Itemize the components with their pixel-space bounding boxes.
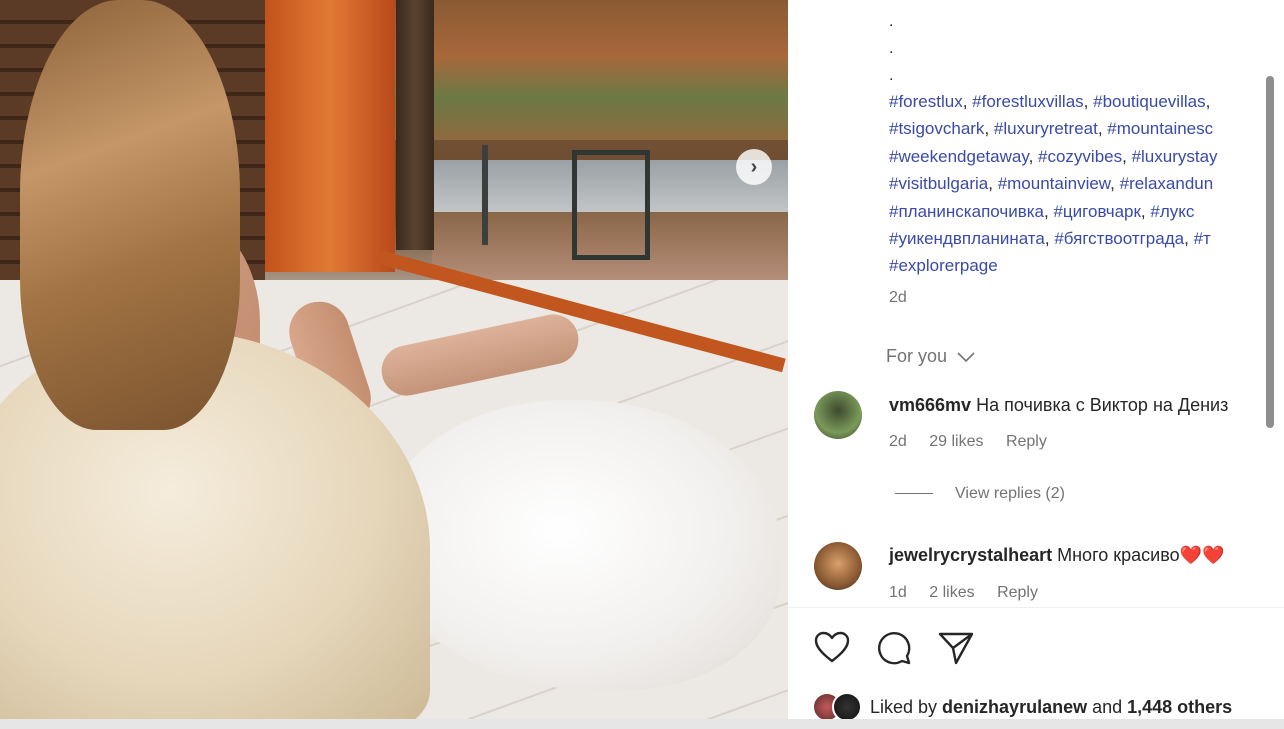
hashtag-link[interactable]: #visitbulgaria bbox=[889, 174, 988, 193]
hashtag-separator: , bbox=[962, 92, 973, 111]
comment-meta: 2d 29 likes Reply bbox=[889, 433, 1065, 451]
hashtag-separator: , bbox=[1110, 174, 1120, 194]
scrollbar[interactable] bbox=[1266, 76, 1274, 428]
photo-gate bbox=[572, 150, 650, 260]
hashtag-link[interactable]: #luxuryretreat bbox=[994, 119, 1098, 138]
speech-bubble-icon[interactable] bbox=[874, 628, 914, 668]
for-you-filter[interactable]: For you bbox=[886, 346, 976, 367]
comment-age: 1d bbox=[889, 584, 907, 601]
hashtag-separator: , bbox=[1184, 229, 1194, 249]
post-actions bbox=[812, 628, 976, 668]
photo-wooden-pillar bbox=[265, 0, 395, 272]
chevron-down-icon bbox=[957, 352, 975, 363]
comment-text: Много красиво bbox=[1057, 545, 1180, 565]
comment-age: 2d bbox=[889, 433, 907, 450]
hashtag-link[interactable]: #weekendgetaway bbox=[889, 147, 1029, 166]
comment-text: На почивка с Виктор на Дениз bbox=[976, 395, 1229, 415]
comment-item: jewelrycrystalheart Много красиво❤️❤️ bbox=[889, 545, 1224, 566]
heart-outline-icon[interactable] bbox=[812, 628, 852, 668]
replies-dash bbox=[895, 493, 933, 495]
hashtag-link[interactable]: #лукс bbox=[1150, 202, 1194, 221]
hashtag-link[interactable]: #т bbox=[1194, 229, 1211, 248]
post-photo[interactable]: › bbox=[0, 0, 788, 719]
photo-forest-background bbox=[395, 0, 788, 140]
hashtag-link[interactable]: #планинскапочивка bbox=[889, 202, 1044, 221]
caption-dot: . bbox=[889, 13, 894, 30]
liked-by-username[interactable]: denizhayrulanew bbox=[942, 697, 1087, 718]
comment-likes[interactable]: 2 likes bbox=[929, 584, 974, 601]
hashtag-link[interactable]: #mountainesc bbox=[1107, 119, 1213, 138]
window-bottom-strip bbox=[0, 719, 1284, 729]
hashtag-link[interactable]: #forestlux bbox=[889, 92, 963, 111]
hashtag-link[interactable]: #mountainview bbox=[998, 174, 1110, 193]
avatar[interactable] bbox=[832, 692, 862, 719]
hashtag-link[interactable]: #forestluxvillas bbox=[972, 92, 1084, 111]
liked-by-count[interactable]: 1,448 others bbox=[1127, 697, 1232, 718]
liked-by-summary: Liked by denizhayrulanew and 1,448 other… bbox=[812, 692, 1232, 719]
hashtag-separator: , bbox=[988, 174, 998, 194]
caption-dot: . bbox=[889, 67, 894, 84]
hashtag-separator: , bbox=[1205, 92, 1211, 111]
post-age: 2d bbox=[889, 289, 907, 306]
comment-meta: 1d 2 likes Reply bbox=[889, 584, 1056, 602]
for-you-label: For you bbox=[886, 346, 948, 366]
comment-likes[interactable]: 29 likes bbox=[929, 433, 983, 450]
comment-item: vm666mv На почивка с Виктор на Дениз bbox=[889, 395, 1228, 416]
caption-hashtags: #forestlux, #forestluxvillas, #boutiquev… bbox=[889, 88, 1284, 280]
view-replies-button[interactable]: View replies (2) bbox=[895, 485, 1065, 503]
hashtag-line: #уикендвпланината, #бягствоотграда, #т bbox=[889, 225, 1284, 252]
post-details-panel: . . . #forestlux, #forestluxvillas, #bou… bbox=[788, 0, 1284, 719]
chevron-right-icon[interactable]: › bbox=[736, 149, 772, 185]
liked-by-middle: and bbox=[1087, 696, 1128, 717]
hashtag-separator: , bbox=[984, 119, 994, 139]
reply-button[interactable]: Reply bbox=[997, 584, 1038, 601]
hashtag-separator: , bbox=[1097, 119, 1108, 139]
hashtag-line: #explorerpage bbox=[889, 252, 1284, 279]
hashtag-separator: , bbox=[1028, 146, 1039, 166]
comment-username[interactable]: vm666mv bbox=[889, 395, 971, 415]
hashtag-line: #visitbulgaria, #mountainview, #relaxand… bbox=[889, 170, 1284, 197]
caption-dot: . bbox=[889, 40, 894, 57]
reply-button[interactable]: Reply bbox=[1006, 433, 1047, 450]
hashtag-line: #forestlux, #forestluxvillas, #boutiquev… bbox=[889, 88, 1284, 115]
hashtag-separator: , bbox=[1083, 92, 1094, 111]
hashtag-link[interactable]: #cozyvibes bbox=[1038, 147, 1122, 166]
view-replies-label: View replies (2) bbox=[955, 485, 1065, 502]
hashtag-link[interactable]: #boutiquevillas bbox=[1093, 92, 1205, 111]
hashtag-link[interactable]: #explorerpage bbox=[889, 256, 998, 275]
hashtag-link[interactable]: #циговчарк bbox=[1053, 202, 1140, 221]
hashtag-link[interactable]: #tsigovchark bbox=[889, 119, 984, 138]
hashtag-link[interactable]: #уикендвпланината bbox=[889, 229, 1045, 248]
hashtag-separator: , bbox=[1140, 201, 1151, 221]
comment-username[interactable]: jewelrycrystalheart bbox=[889, 545, 1052, 565]
hashtag-separator: , bbox=[1044, 229, 1055, 249]
heart-emoji: ❤️❤️ bbox=[1179, 545, 1225, 565]
divider bbox=[788, 607, 1284, 608]
hashtag-separator: , bbox=[1122, 146, 1132, 166]
hashtag-link[interactable]: #бягствоотграда bbox=[1054, 229, 1184, 248]
hashtag-link[interactable]: #luxurystay bbox=[1132, 147, 1218, 166]
hashtag-line: #tsigovchark, #luxuryretreat, #mountaine… bbox=[889, 115, 1284, 142]
liked-by-prefix: Liked by bbox=[870, 696, 943, 717]
photo-hair bbox=[20, 0, 240, 430]
avatar[interactable] bbox=[814, 542, 862, 590]
hashtag-link[interactable]: #relaxandun bbox=[1120, 174, 1214, 193]
paper-plane-icon[interactable] bbox=[936, 628, 976, 668]
avatar[interactable] bbox=[814, 391, 862, 439]
hashtag-line: #weekendgetaway, #cozyvibes, #luxurystay bbox=[889, 143, 1284, 170]
photo-tree-trunk bbox=[396, 0, 434, 250]
hashtag-line: #планинскапочивка, #циговчарк, #лукс bbox=[889, 198, 1284, 225]
caption-dots: . . . bbox=[889, 8, 893, 89]
photo-fence-post bbox=[482, 145, 488, 245]
